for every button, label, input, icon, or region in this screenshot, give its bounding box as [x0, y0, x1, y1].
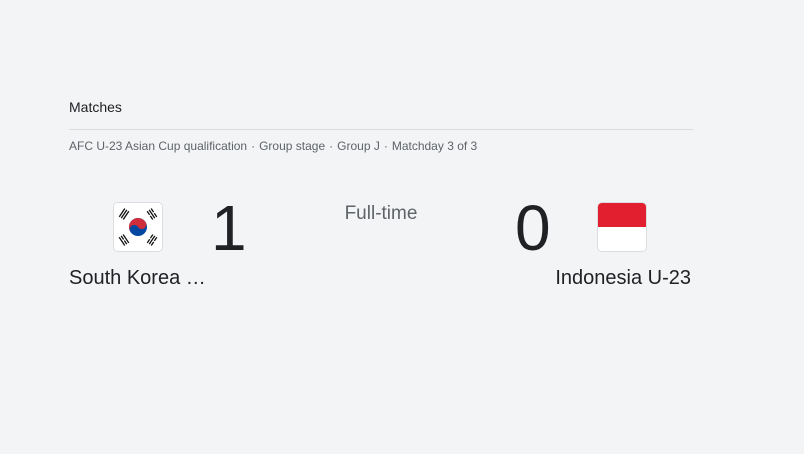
breadcrumb-competition: AFC U-23 Asian Cup qualification [69, 139, 248, 153]
breadcrumb-separator: · [251, 139, 256, 153]
indonesia-flag-icon[interactable] [597, 202, 647, 252]
breadcrumb-separator: · [329, 139, 334, 153]
home-team-name[interactable]: South Korea … [69, 267, 206, 290]
indonesia-flag-graphic [598, 203, 646, 251]
competition-breadcrumb[interactable]: AFC U-23 Asian Cup qualification · Group s… [69, 139, 477, 153]
away-score: 0 [515, 192, 551, 264]
home-score: 1 [211, 192, 247, 264]
match-status: Full-time [344, 203, 418, 224]
breadcrumb-matchday: Matchday 3 of 3 [391, 139, 478, 153]
breadcrumb-separator: · [383, 139, 388, 153]
away-team-name[interactable]: Indonesia U-23 [555, 267, 691, 290]
south-korea-flag-icon[interactable] [113, 202, 163, 252]
breadcrumb-stage: Group stage [259, 139, 326, 153]
section-title: Matches [69, 99, 122, 115]
match-card: Matches AFC U-23 Asian Cup qualification… [69, 0, 693, 454]
divider [69, 129, 693, 130]
breadcrumb-group: Group J [337, 139, 380, 153]
south-korea-flag-graphic [114, 203, 162, 251]
